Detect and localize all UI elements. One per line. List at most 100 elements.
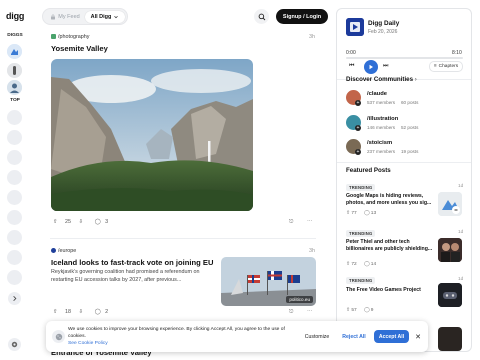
more-icon[interactable]: ⋯ — [307, 309, 312, 315]
comment-icon[interactable]: ◯ — [364, 308, 369, 313]
customize-button[interactable]: Customize — [300, 331, 334, 343]
featured-thumbnail — [438, 327, 462, 351]
featured-stats: ⇧ 77 ◯ 13 — [346, 211, 376, 216]
join-plus-icon[interactable]: + — [355, 149, 361, 155]
rail-avatar-2[interactable] — [7, 63, 22, 78]
community-members: 146 members — [367, 125, 396, 130]
comment-icon[interactable]: ◯ — [364, 211, 369, 216]
rail-avatar-3[interactable] — [7, 80, 22, 95]
community-posts: 19 posts — [401, 149, 419, 154]
gear-avatar-icon[interactable] — [8, 338, 21, 351]
lock-icon — [51, 14, 56, 20]
rail-community-slot[interactable] — [7, 210, 22, 225]
cookie-icon — [52, 330, 65, 343]
like-icon[interactable]: ⇧ — [346, 262, 350, 267]
dislike-icon[interactable]: ⇩ — [79, 309, 84, 315]
trending-badge: TRENDING — [346, 277, 376, 284]
like-icon[interactable]: ⇧ — [53, 309, 58, 315]
comment-count: 14 — [370, 262, 377, 267]
post-actions: ⇧ 25 ⇩ ◯ 3 — [53, 219, 108, 225]
post-age: 3h — [309, 34, 315, 40]
audio-current-time: 0:00 — [346, 50, 356, 56]
rail-community-slot[interactable] — [7, 250, 22, 265]
featured-title: Google Maps is hiding reviews, photos, a… — [346, 193, 432, 207]
skip-forward-icon[interactable]: ⏭ — [383, 63, 388, 70]
chapters-button[interactable]: ≡ Chapters — [429, 61, 463, 72]
like-count: 18 — [65, 309, 72, 315]
comment-icon[interactable]: ◯ — [364, 262, 369, 267]
cookie-message: We use cookies to improve your browsing … — [68, 327, 285, 340]
audio-progress-bar[interactable] — [346, 57, 463, 59]
post-image[interactable]: politico.eu — [221, 257, 316, 306]
like-icon[interactable]: ⇧ — [53, 219, 58, 225]
top-label: TOP — [10, 98, 20, 103]
digg-daily-title: Digg Daily — [368, 20, 400, 27]
rail-community-slot[interactable] — [7, 190, 22, 205]
share-icon[interactable]: ⎋ — [289, 309, 293, 316]
image-source-badge: politico.eu — [286, 296, 313, 303]
featured-stats: ⇧ 72 ◯ 14 — [346, 262, 376, 267]
signup-login-button[interactable]: Signup / Login — [276, 9, 328, 24]
rail-community-slot[interactable] — [7, 230, 22, 245]
featured-age: 1d — [458, 230, 464, 235]
tab-all-digg-label: All Digg — [90, 14, 112, 20]
post-community[interactable]: /europe — [51, 248, 76, 254]
post-image[interactable] — [51, 59, 253, 211]
rail-community-slot[interactable] — [7, 170, 22, 185]
chevron-down-icon — [114, 15, 119, 19]
post-title[interactable]: Iceland looks to fast-track vote on join… — [51, 258, 216, 267]
share-icon[interactable]: ⎋ — [289, 219, 293, 226]
trending-badge: TRENDING — [346, 230, 376, 237]
comment-icon[interactable]: ◯ — [95, 309, 101, 315]
rail-community-slot[interactable] — [7, 270, 22, 285]
comment-count: 9 — [370, 308, 374, 313]
tab-my-feed[interactable]: My Feed — [47, 11, 83, 23]
join-plus-icon[interactable]: + — [355, 100, 361, 106]
community-posts: 52 posts — [401, 125, 419, 130]
comment-count: 13 — [370, 211, 377, 216]
like-icon[interactable]: ⇧ — [346, 308, 350, 313]
reject-all-button[interactable]: Reject All — [338, 331, 370, 343]
featured-thumbnail — [438, 283, 462, 307]
close-icon[interactable]: ✕ — [413, 331, 423, 343]
rail-avatar-1[interactable] — [7, 44, 22, 59]
cookie-policy-link[interactable]: See Cookie Policy — [68, 341, 108, 346]
comment-icon[interactable]: ◯ — [95, 219, 101, 225]
rail-community-slot[interactable] — [7, 150, 22, 165]
post-title[interactable]: Yosemite Valley — [51, 44, 108, 53]
post-community-name: /europe — [58, 248, 77, 254]
accept-all-button[interactable]: Accept All — [374, 330, 409, 343]
discover-title: Discover Communities — [346, 76, 414, 83]
play-icon[interactable] — [364, 60, 378, 74]
featured-stats: ⇧ 57 ◯ 9 — [346, 308, 373, 313]
digg-logo[interactable]: digg — [6, 11, 24, 21]
chevron-right-icon[interactable] — [8, 292, 21, 305]
join-plus-icon[interactable]: + — [355, 125, 361, 131]
featured-age: 1d — [458, 277, 464, 282]
right-panel: Digg Daily Feb 20, 2026 0:00 8:10 ⏮ ⏭ ≡ C… — [336, 8, 472, 352]
post-actions: ⇧ 18 ⇩ ◯ 2 — [53, 309, 108, 315]
tab-all-digg[interactable]: All Digg — [85, 11, 125, 23]
comment-count: 3 — [105, 219, 109, 225]
featured-thumbnail — [438, 238, 462, 262]
feed-switch: My Feed All Digg — [42, 8, 128, 25]
digg-daily-cover[interactable] — [346, 18, 364, 36]
featured-thumbnail — [438, 192, 462, 216]
discover-communities-heading[interactable]: Discover Communities › — [346, 76, 417, 83]
like-icon[interactable]: ⇧ — [346, 211, 350, 216]
more-icon[interactable]: ⋯ — [307, 219, 312, 225]
dislike-icon[interactable]: ⇩ — [79, 219, 84, 225]
rail-community-slot[interactable] — [7, 110, 22, 125]
like-count: 77 — [351, 211, 357, 216]
skip-back-icon[interactable]: ⏮ — [349, 63, 354, 70]
rail-community-slot[interactable] — [7, 130, 22, 145]
like-count: 72 — [351, 262, 357, 267]
post-community[interactable]: /photography — [51, 34, 89, 40]
community-name: /claude — [367, 91, 387, 97]
featured-age: 1d — [458, 184, 464, 189]
post-excerpt: Reykjavik’s governing coalition had prom… — [51, 269, 200, 283]
post-community-name: /photography — [58, 34, 90, 40]
search-icon[interactable] — [254, 9, 269, 24]
tab-my-feed-label: My Feed — [58, 14, 80, 20]
community-members: 237 members — [367, 149, 396, 154]
